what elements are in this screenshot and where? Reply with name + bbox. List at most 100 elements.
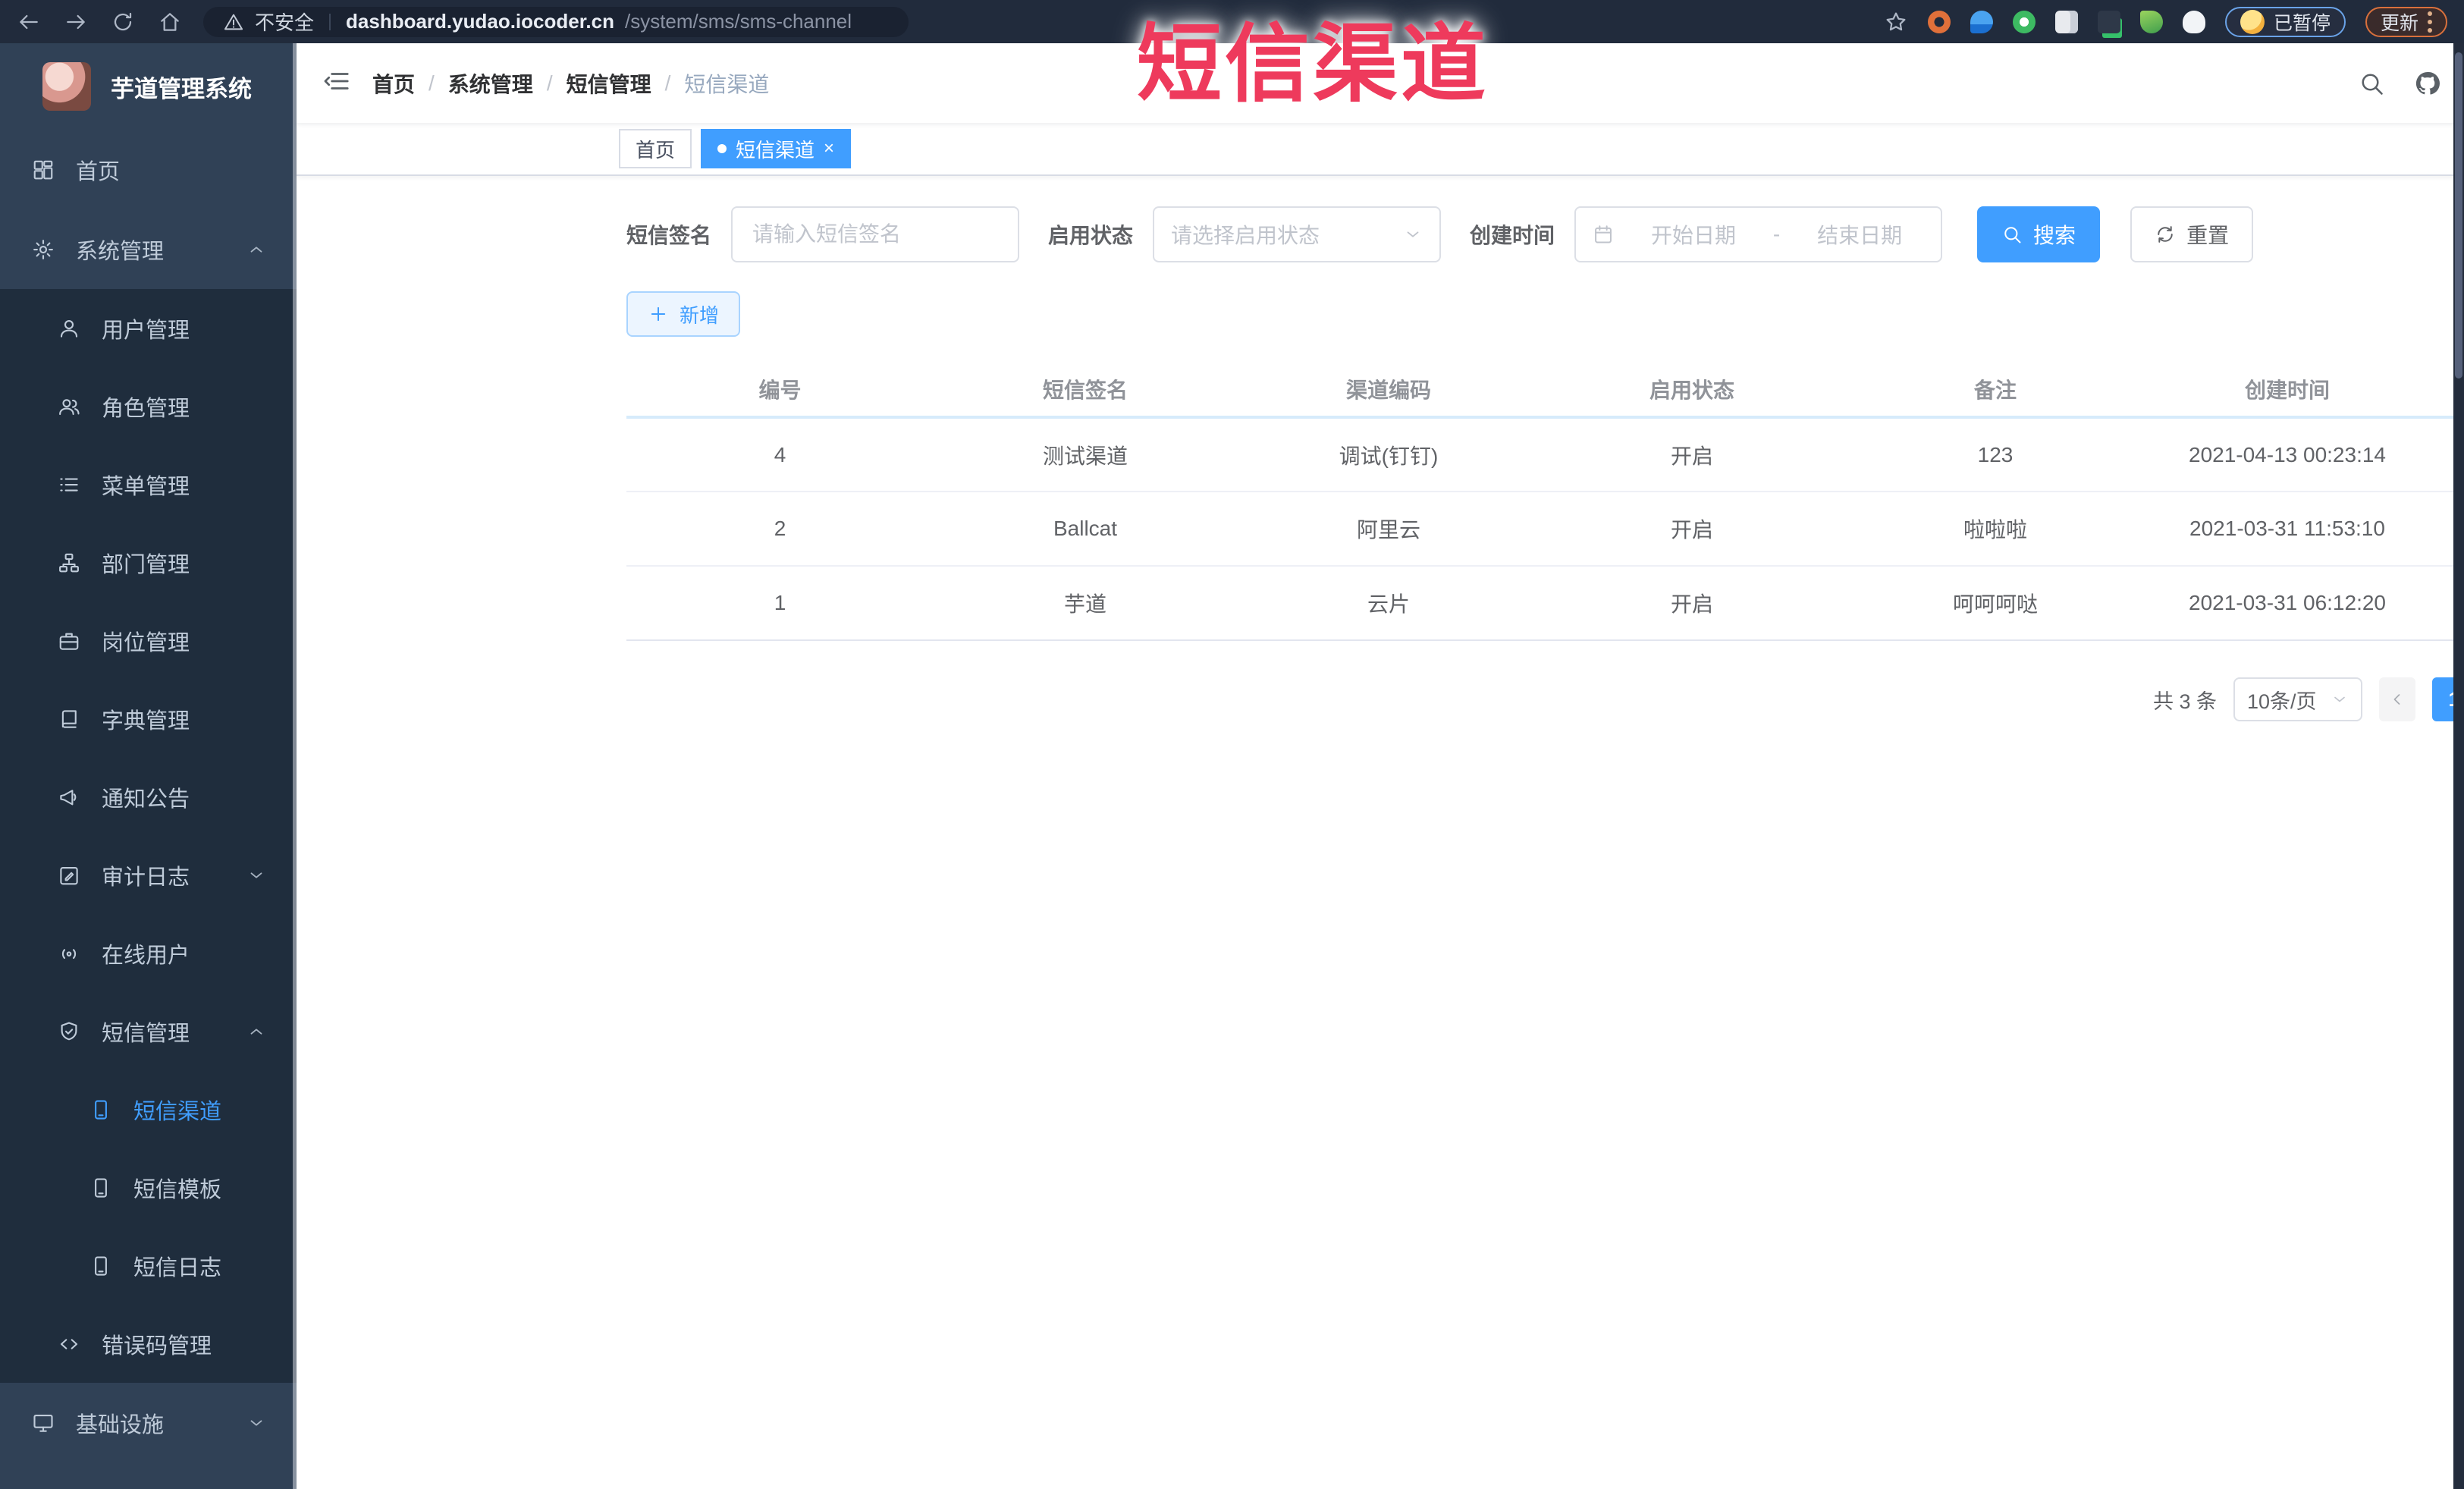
sidebar-item-dict-mgmt[interactable]: 字典管理 <box>0 680 297 758</box>
extension-icon[interactable] <box>2012 10 2036 33</box>
sidebar-item-home[interactable]: 首页 <box>0 130 297 209</box>
status-select[interactable]: 请选择启用状态 <box>1153 206 1442 262</box>
monitor-icon <box>32 1412 55 1434</box>
emoji-icon <box>2240 9 2265 34</box>
sidebar-item-sms-template[interactable]: 短信模板 <box>0 1148 297 1227</box>
chevron-up-icon <box>246 240 266 259</box>
app-title: 芋道管理系统 <box>111 75 252 102</box>
start-date-placeholder[interactable]: 开始日期 <box>1629 219 1758 250</box>
scrollbar-thumb[interactable] <box>2455 52 2462 379</box>
sign-input[interactable] <box>752 222 999 247</box>
extension-icon[interactable] <box>2097 10 2120 33</box>
extension-icon[interactable] <box>1970 10 1993 33</box>
sidebar-item-infrastructure[interactable]: 基础设施 <box>0 1383 297 1462</box>
chevron-up-icon <box>246 1022 266 1041</box>
sidebar-item-role-mgmt[interactable]: 角色管理 <box>0 367 297 445</box>
time-label: 创建时间 <box>1470 224 1555 247</box>
sidebar-item-menu-mgmt[interactable]: 菜单管理 <box>0 445 297 523</box>
sidebar-item-sms-log[interactable]: 短信日志 <box>0 1227 297 1305</box>
logo-image <box>42 62 91 111</box>
broadcast-icon <box>58 942 80 965</box>
tab-home[interactable]: 首页 <box>619 129 692 168</box>
paused-badge[interactable]: 已暂停 <box>2224 6 2346 37</box>
sidebar-item-audit-log[interactable]: 审计日志 <box>0 836 297 914</box>
sidebar-item-error-code-mgmt[interactable]: 错误码管理 <box>0 1305 297 1383</box>
github-icon[interactable] <box>2414 70 2441 97</box>
main-area: 首页 / 系统管理 / 短信管理 / 短信渠道 TT 首页 <box>297 43 2464 1489</box>
security-label[interactable]: 不安全 <box>255 8 314 36</box>
update-button[interactable]: 更新 <box>2365 6 2447 37</box>
add-button[interactable]: 新增 <box>626 291 741 337</box>
sidebar-item-notice[interactable]: 通知公告 <box>0 758 297 836</box>
address-bar[interactable]: 不安全 dashboard.yudao.iocoder.cn/system/sm… <box>203 6 909 37</box>
system-submenu: 用户管理 角色管理 菜单管理 部门管理 岗位管理 字典管理 通知公告 审计日志 … <box>0 289 297 1383</box>
sidebar-item-sms-mgmt[interactable]: 短信管理 <box>0 992 297 1070</box>
back-icon[interactable] <box>17 10 41 34</box>
search-button[interactable]: 搜索 <box>1977 206 2101 262</box>
dashboard-icon <box>32 159 55 181</box>
end-date-placeholder[interactable]: 结束日期 <box>1795 219 1924 250</box>
bookmark-star-icon[interactable] <box>1884 10 1908 34</box>
sign-input-wrap <box>731 206 1020 262</box>
extension-icon[interactable] <box>2139 10 2163 33</box>
gear-icon <box>32 238 55 261</box>
plus-icon <box>648 303 669 325</box>
sidebar: 芋道管理系统 首页 系统管理 用户管理 角色管理 菜单管理 部门管理 岗位管理 … <box>0 43 297 1489</box>
breadcrumb-sms[interactable]: 短信管理 <box>567 68 651 99</box>
chevron-down-icon <box>246 865 266 885</box>
forward-icon[interactable] <box>64 10 88 34</box>
chevron-down-icon <box>246 1413 266 1433</box>
page-scrollbar[interactable] <box>2453 43 2464 1489</box>
col-sign: 短信签名 <box>934 363 1237 419</box>
book-icon <box>58 708 80 730</box>
org-tree-icon <box>58 551 80 574</box>
sms-channel-table: 编号 短信签名 渠道编码 启用状态 备注 创建时间 操作 4 测试渠道 调试(钉… <box>626 363 2464 641</box>
breadcrumb-system[interactable]: 系统管理 <box>448 68 533 99</box>
table-header-row: 编号 短信签名 渠道编码 启用状态 备注 创建时间 操作 <box>626 363 2464 419</box>
col-code: 渠道编码 <box>1237 363 1540 419</box>
page-size-select[interactable]: 10条/页 <box>2233 677 2362 721</box>
url-host: dashboard.yudao.iocoder.cn <box>346 10 614 33</box>
shield-check-icon <box>58 1020 80 1043</box>
date-range-picker[interactable]: 开始日期 - 结束日期 <box>1574 206 1943 262</box>
sidebar-item-online-users[interactable]: 在线用户 <box>0 914 297 992</box>
extension-icon[interactable] <box>1927 10 1951 33</box>
sign-label: 短信签名 <box>626 224 712 247</box>
chevron-down-icon <box>2331 690 2349 708</box>
log-edit-icon <box>58 864 80 887</box>
tab-sms-channel[interactable]: 短信渠道 × <box>701 129 852 168</box>
list-icon <box>58 473 80 496</box>
home-icon[interactable] <box>158 10 182 34</box>
paused-label: 已暂停 <box>2273 12 2331 34</box>
sidebar-item-dept-mgmt[interactable]: 部门管理 <box>0 523 297 602</box>
prev-page-button[interactable] <box>2379 677 2415 721</box>
close-icon[interactable]: × <box>824 138 834 159</box>
menu-dots-icon[interactable] <box>2428 11 2432 33</box>
sidebar-item-sms-channel[interactable]: 短信渠道 <box>0 1070 297 1148</box>
breadcrumb-home[interactable]: 首页 <box>372 68 415 99</box>
sidebar-toggle[interactable] <box>322 67 351 99</box>
extension-icon[interactable] <box>2054 10 2078 33</box>
role-icon <box>58 395 80 418</box>
sidebar-item-user-mgmt[interactable]: 用户管理 <box>0 289 297 367</box>
total-count: 共 3 条 <box>2152 690 2217 713</box>
table-row: 4 测试渠道 调试(钉钉) 开启 123 2021-04-13 00:23:14… <box>626 417 2464 492</box>
app-logo: 芋道管理系统 <box>0 43 297 130</box>
search-icon[interactable] <box>2358 70 2385 97</box>
tags-view-bar: 首页 短信渠道 × <box>297 123 2464 176</box>
megaphone-icon <box>58 786 80 809</box>
col-status: 启用状态 <box>1540 363 1844 419</box>
reset-button[interactable]: 重置 <box>2130 206 2254 262</box>
col-remark: 备注 <box>1844 363 2147 419</box>
sidebar-item-post-mgmt[interactable]: 岗位管理 <box>0 602 297 680</box>
sidebar-item-system-mgmt[interactable]: 系统管理 <box>0 209 297 289</box>
extension-icon[interactable] <box>2182 10 2205 33</box>
breadcrumb-current: 短信渠道 <box>684 72 770 96</box>
hamburger-icon <box>322 67 351 96</box>
reload-icon[interactable] <box>111 10 135 34</box>
status-label: 启用状态 <box>1048 224 1134 247</box>
chevron-down-icon <box>1403 225 1423 244</box>
navbar-actions: TT <box>2358 56 2464 111</box>
calendar-icon <box>1593 224 1614 245</box>
table-toolbar: 新增 <box>626 291 2464 337</box>
